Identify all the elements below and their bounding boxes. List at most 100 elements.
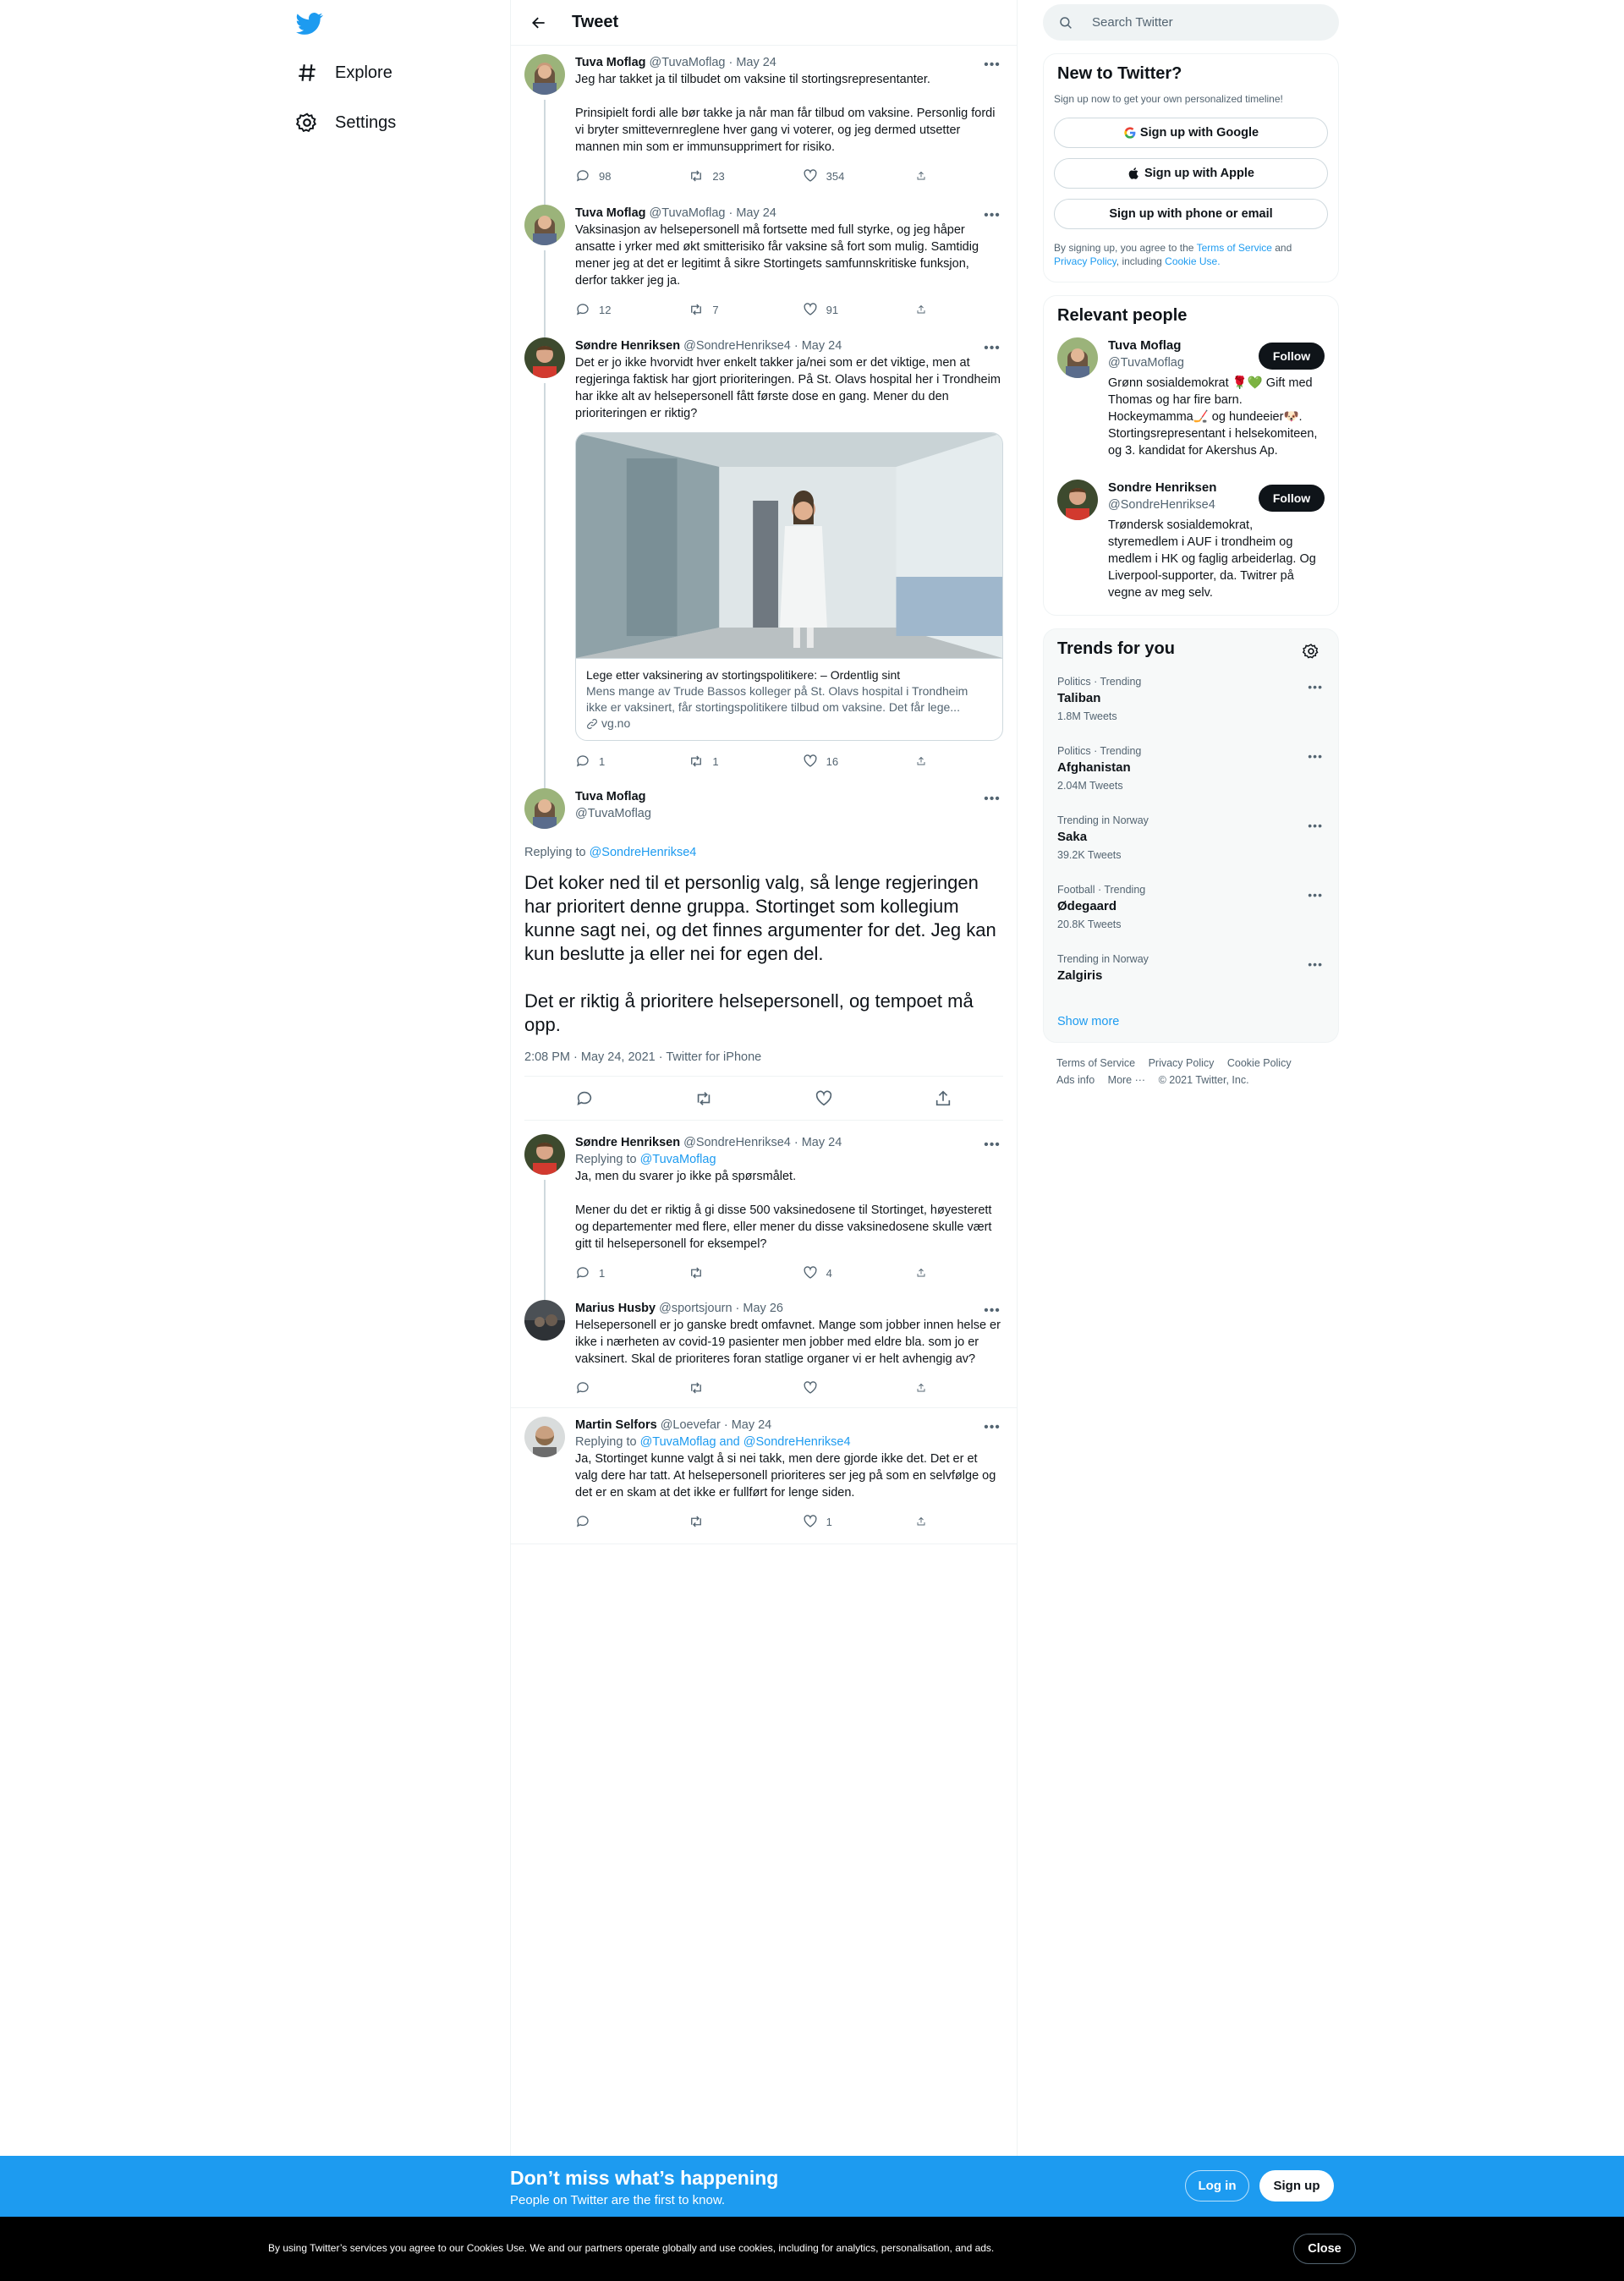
retweet-button[interactable]: 1 bbox=[689, 754, 765, 769]
privacy-link[interactable]: Privacy Policy bbox=[1054, 255, 1116, 267]
reply-tweet[interactable]: ••• Marius Husby @sportsjourn · May 26 H… bbox=[511, 1291, 1017, 1408]
follow-button[interactable]: Follow bbox=[1259, 485, 1325, 512]
cookie-close-button[interactable]: Close bbox=[1293, 2234, 1356, 2264]
tweet-date[interactable]: · May 24 bbox=[794, 1134, 842, 1151]
person-card[interactable]: Follow Sondre Henriksen @SondreHenrikse4… bbox=[1044, 480, 1338, 605]
tweet-date[interactable]: · May 24 bbox=[728, 54, 776, 71]
gear-icon[interactable] bbox=[1303, 643, 1320, 660]
share-icon[interactable] bbox=[934, 1089, 952, 1108]
signup-phone-button[interactable]: Sign up with phone or email bbox=[1054, 199, 1328, 229]
follow-button[interactable]: Follow bbox=[1259, 343, 1325, 370]
retweet-button[interactable] bbox=[689, 1514, 765, 1529]
reply-button[interactable]: 1 bbox=[575, 754, 651, 769]
more-icon[interactable]: ••• bbox=[981, 57, 1003, 74]
search-input[interactable]: Search Twitter bbox=[1092, 15, 1173, 30]
link-card[interactable]: Lege etter vaksinering av stortingspolit… bbox=[575, 432, 1003, 741]
show-more-link[interactable]: Show more bbox=[1044, 1006, 1338, 1037]
tweet-author-handle[interactable]: @sportsjourn bbox=[659, 1300, 732, 1317]
thread-tweet[interactable]: ••• Tuva Moflag @TuvaMoflag · May 24 Vak… bbox=[511, 196, 1017, 337]
avatar[interactable] bbox=[1057, 337, 1098, 378]
reply-button[interactable] bbox=[575, 1514, 651, 1529]
more-icon[interactable]: ••• bbox=[981, 1302, 1003, 1319]
share-button[interactable] bbox=[916, 302, 935, 317]
avatar[interactable] bbox=[524, 788, 565, 829]
more-icon[interactable]: ••• bbox=[1308, 957, 1323, 971]
more-icon[interactable]: ••• bbox=[981, 340, 1003, 357]
heart-icon[interactable] bbox=[815, 1089, 833, 1108]
reply-tweet[interactable]: ••• Martin Selfors @Loevefar · May 24 Re… bbox=[511, 1408, 1017, 1544]
search-box[interactable]: Search Twitter bbox=[1043, 4, 1339, 41]
avatar[interactable] bbox=[524, 1417, 565, 1457]
tweet-timestamp[interactable]: 2:08 PM · May 24, 2021 · Twitter for iPh… bbox=[524, 1050, 1003, 1077]
more-icon[interactable]: ••• bbox=[1308, 819, 1323, 832]
reply-button[interactable]: 1 bbox=[575, 1265, 651, 1280]
share-button[interactable] bbox=[916, 754, 935, 769]
tweet-date[interactable]: · May 24 bbox=[724, 1417, 771, 1434]
signup-button[interactable]: Sign up bbox=[1259, 2170, 1334, 2201]
tweet-author-handle[interactable]: @SondreHenrikse4 bbox=[683, 1134, 791, 1151]
footer-ads-link[interactable]: Ads info bbox=[1056, 1074, 1095, 1086]
tweet-date[interactable]: · May 24 bbox=[794, 337, 842, 354]
trend-item[interactable]: Politics · Trending Afghanistan 2.04M Tw… bbox=[1044, 744, 1338, 814]
tweet-author-handle[interactable]: @TuvaMoflag bbox=[650, 54, 726, 71]
share-button[interactable] bbox=[916, 1380, 935, 1395]
more-icon[interactable]: ••• bbox=[981, 207, 1003, 224]
reply-button[interactable]: 98 bbox=[575, 168, 651, 184]
tweet-author-name[interactable]: Tuva Moflag bbox=[575, 788, 646, 805]
signup-google-button[interactable]: Sign up with Google bbox=[1054, 118, 1328, 148]
like-button[interactable]: 91 bbox=[803, 302, 879, 317]
retweet-button[interactable]: 23 bbox=[689, 168, 765, 184]
twitter-logo-icon[interactable] bbox=[296, 10, 323, 37]
more-icon[interactable]: ••• bbox=[981, 1137, 1003, 1154]
more-icon[interactable]: ••• bbox=[981, 791, 1003, 808]
more-icon[interactable]: ••• bbox=[981, 1419, 1003, 1436]
retweet-button[interactable] bbox=[689, 1380, 765, 1395]
like-button[interactable]: 1 bbox=[803, 1514, 879, 1529]
tweet-author-name[interactable]: Tuva Moflag bbox=[575, 54, 646, 71]
tweet-date[interactable]: · May 26 bbox=[736, 1300, 783, 1317]
share-button[interactable] bbox=[916, 1514, 935, 1529]
cookie-link[interactable]: Cookie Use. bbox=[1165, 255, 1220, 267]
replying-to-link[interactable]: @SondreHenrikse4 bbox=[590, 846, 697, 859]
reply-button[interactable] bbox=[575, 1380, 651, 1395]
avatar[interactable] bbox=[1057, 480, 1098, 520]
replying-to-link[interactable]: @TuvaMoflag bbox=[640, 1153, 716, 1166]
tweet-author-handle[interactable]: @Loevefar bbox=[661, 1417, 721, 1434]
footer-privacy-link[interactable]: Privacy Policy bbox=[1149, 1057, 1215, 1069]
share-button[interactable] bbox=[916, 1265, 935, 1280]
avatar[interactable] bbox=[524, 205, 565, 245]
retweet-button[interactable]: 7 bbox=[689, 302, 765, 317]
tweet-author-name[interactable]: Tuva Moflag bbox=[575, 205, 646, 222]
tweet-author-handle[interactable]: @TuvaMoflag bbox=[650, 205, 726, 222]
reply-tweet[interactable]: ••• Søndre Henriksen @SondreHenrikse4 · … bbox=[511, 1126, 1017, 1300]
more-icon[interactable]: ••• bbox=[1308, 749, 1323, 763]
trend-item[interactable]: Trending in Norway Zalgiris ••• bbox=[1044, 952, 1338, 1006]
thread-tweet[interactable]: ••• Tuva Moflag @TuvaMoflag · May 24 Jeg… bbox=[511, 46, 1017, 205]
like-button[interactable]: 16 bbox=[803, 754, 879, 769]
trend-item[interactable]: Politics · Trending Taliban 1.8M Tweets … bbox=[1044, 675, 1338, 744]
nav-settings[interactable]: Settings bbox=[296, 102, 396, 143]
tweet-author-name[interactable]: Martin Selfors bbox=[575, 1417, 657, 1434]
avatar[interactable] bbox=[524, 1134, 565, 1175]
terms-link[interactable]: Terms of Service bbox=[1197, 242, 1272, 254]
tweet-author-name[interactable]: Marius Husby bbox=[575, 1300, 656, 1317]
tweet-author-handle[interactable]: @TuvaMoflag bbox=[575, 805, 651, 822]
reply-button[interactable]: 12 bbox=[575, 302, 651, 317]
avatar[interactable] bbox=[524, 337, 565, 378]
signup-apple-button[interactable]: Sign up with Apple bbox=[1054, 158, 1328, 189]
retweet-icon[interactable] bbox=[694, 1089, 713, 1108]
replying-to-link[interactable]: @TuvaMoflag and @SondreHenrikse4 bbox=[640, 1435, 851, 1449]
like-button[interactable]: 354 bbox=[803, 168, 879, 184]
more-icon[interactable]: ••• bbox=[1308, 680, 1323, 694]
like-button[interactable]: 4 bbox=[803, 1265, 879, 1280]
share-button[interactable] bbox=[916, 168, 935, 184]
footer-cookie-link[interactable]: Cookie Policy bbox=[1227, 1057, 1292, 1069]
tweet-author-name[interactable]: Søndre Henriksen bbox=[575, 337, 680, 354]
avatar[interactable] bbox=[524, 54, 565, 95]
trend-item[interactable]: Trending in Norway Saka 39.2K Tweets ••• bbox=[1044, 814, 1338, 883]
back-button[interactable] bbox=[524, 8, 553, 37]
trend-item[interactable]: Football · Trending Ødegaard 20.8K Tweet… bbox=[1044, 883, 1338, 952]
login-button[interactable]: Log in bbox=[1185, 2170, 1249, 2201]
tweet-date[interactable]: · May 24 bbox=[728, 205, 776, 222]
like-button[interactable] bbox=[803, 1380, 879, 1395]
